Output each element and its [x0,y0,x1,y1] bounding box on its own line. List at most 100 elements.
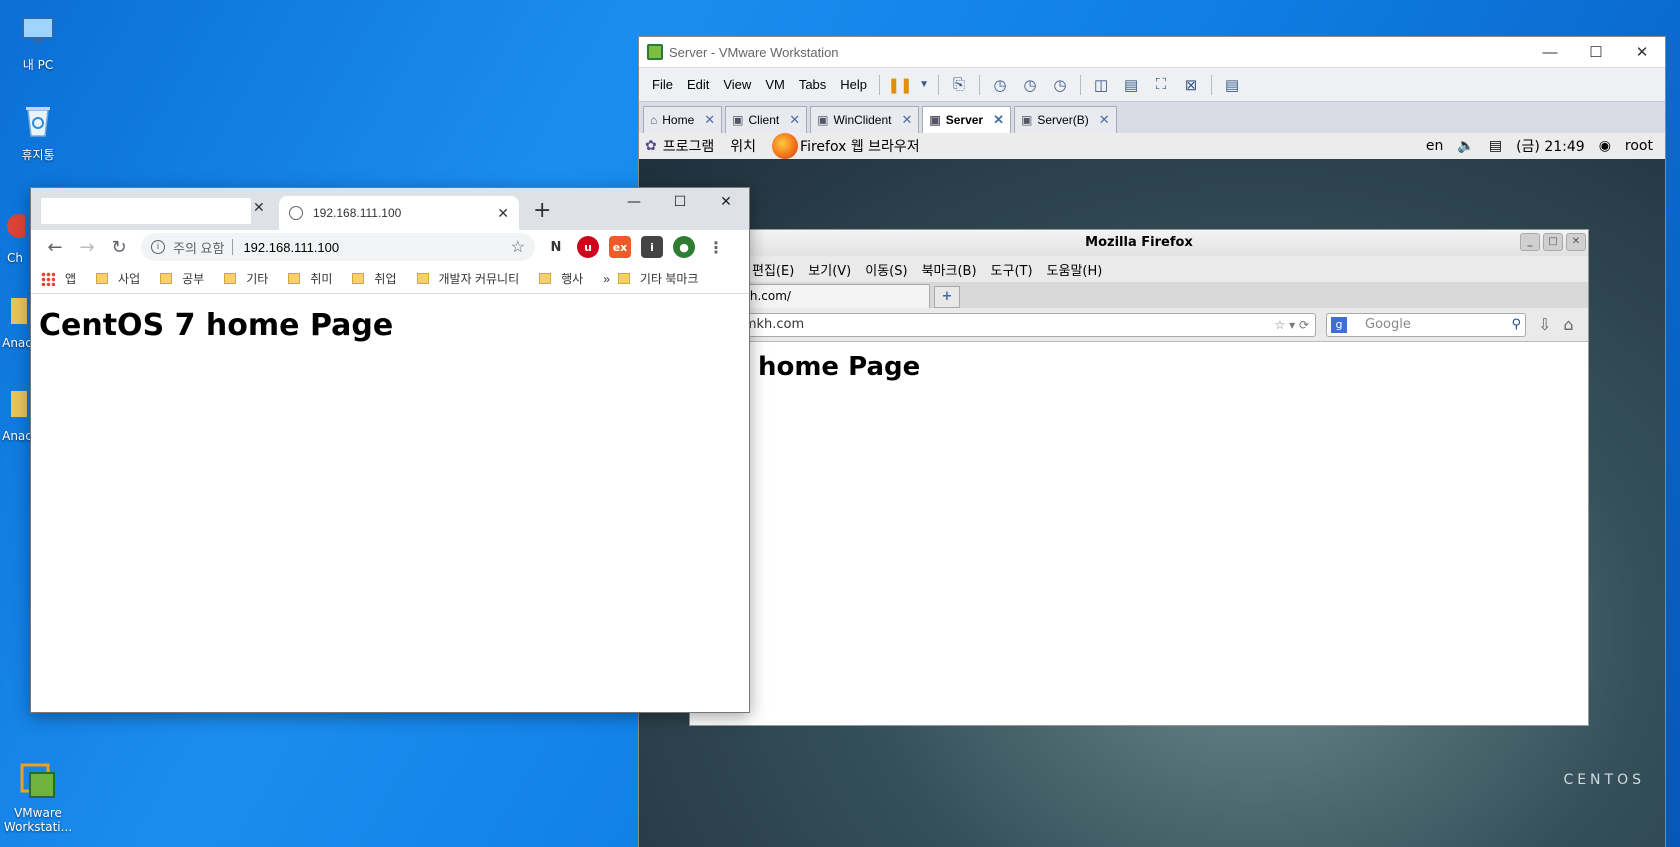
firefox-window: Mozilla Firefox _ □ ✕ 편집(E) 보기(V) 이동(S) … [650,229,1589,726]
snapshot-manager-icon[interactable]: ◷ [1048,74,1072,96]
avatar[interactable]: ● [673,236,695,258]
bookmark-folder[interactable]: 행사 [539,270,583,287]
menu-tabs[interactable]: Tabs [792,77,833,92]
tab-winclident[interactable]: ▣ WinClident ✕ [810,106,920,133]
info-icon[interactable]: i [151,240,165,254]
desktop-icon-recycle-bin[interactable]: 휴지통 [0,100,76,163]
menu-vm[interactable]: VM [758,77,792,92]
download-icon[interactable]: ⇩ [1538,315,1551,334]
user-menu[interactable]: root [1625,138,1653,154]
reload-icon[interactable]: ↻ [103,237,135,258]
send-ctrl-alt-del-icon[interactable]: ⎘ [947,74,971,96]
menu-tools[interactable]: 도구(T) [991,260,1033,279]
close-button[interactable]: ✕ [1566,233,1586,251]
desktop-icon-chrome[interactable]: Ch [0,205,30,265]
minimize-button[interactable]: _ [1520,233,1540,251]
firefox-content: ntOS 7 home Page [650,342,1588,382]
chrome-tab-active[interactable]: 192.168.111.100 ✕ [279,196,519,230]
close-tab-icon[interactable]: ✕ [901,112,912,128]
desktop-icon-anaconda-1[interactable]: Anac [0,290,34,350]
desktop-icon-this-pc[interactable]: 내 PC [0,10,76,73]
security-label[interactable]: 주의 요함 [173,238,224,257]
close-tab-icon[interactable]: ✕ [789,112,800,128]
firefox-title-bar: Mozilla Firefox _ □ ✕ [690,230,1588,256]
console-view-icon[interactable]: ▤ [1119,74,1143,96]
unity-icon[interactable]: ⊠ [1179,74,1203,96]
menu-help[interactable]: 도움말(H) [1047,260,1103,279]
full-screen-icon[interactable]: ⛶ [1149,74,1173,96]
menu-file[interactable]: File [645,77,680,92]
menu-edit[interactable]: 편집(E) [752,260,794,279]
close-tab-icon[interactable]: ✕ [704,112,715,128]
bookmark-star-icon[interactable]: ☆ ▾ ⟳ [1275,318,1309,332]
maximize-button[interactable]: □ [1543,233,1563,251]
vmware-icon [17,760,59,802]
close-tab-icon[interactable]: ✕ [1099,112,1110,128]
bookmark-apps[interactable]: 앱 [41,270,76,287]
close-tab-icon[interactable]: ✕ [497,205,509,222]
firefox-search-bar[interactable]: g Google ⚲ [1326,312,1526,337]
bookmark-folder[interactable]: 취미 [288,270,332,287]
extension-info-icon[interactable]: i [641,236,663,258]
firefox-launcher[interactable]: Firefox 웹 브라우저 [800,136,920,156]
tab-home[interactable]: ⌂ Home ✕ [643,106,723,133]
clock[interactable]: (금) 21:49 [1516,136,1585,156]
snapshot-icon[interactable]: ◷ [988,74,1012,96]
bookmark-other[interactable]: 기타 북마크 [617,270,698,287]
menu-edit[interactable]: Edit [680,77,716,92]
tab-server[interactable]: ▣ Server ✕ [922,106,1012,133]
guest-screen[interactable]: ✿ 프로그램 위치 Firefox 웹 브라우저 en 🔈 ▤ (금) 21:4… [639,133,1665,847]
minimize-button[interactable]: — [611,188,657,216]
revert-snapshot-icon[interactable]: ◷ [1018,74,1042,96]
close-tab-icon[interactable]: ✕ [993,112,1004,128]
bookmark-label: 공부 [182,272,205,286]
maximize-button[interactable]: ☐ [657,188,703,216]
bookmark-folder[interactable]: 공부 [160,270,204,287]
forward-icon[interactable]: → [71,237,103,258]
bookmark-star-icon[interactable]: ☆ [511,237,525,257]
bookmarks-overflow-button[interactable]: » [603,272,610,286]
close-tab-icon[interactable]: ✕ [253,200,265,216]
desktop-icon-anaconda-2[interactable]: Anac [0,383,34,443]
pause-icon[interactable]: ❚❚ [887,74,912,96]
bookmark-label: 사업 [118,272,141,286]
firefox-url-bar[interactable]: www.mkh.com ☆ ▾ ⟳ [696,312,1316,337]
extension-naver-icon[interactable]: N [545,236,567,258]
search-icon[interactable]: ⚲ [1511,317,1521,332]
chrome-tab-blank[interactable] [41,198,251,224]
bookmark-folder[interactable]: 개발자 커뮤니티 [416,270,519,287]
menu-history[interactable]: 이동(S) [865,260,907,279]
tab-title: 192.168.111.100 [313,206,402,220]
bookmark-folder[interactable]: 사업 [96,270,140,287]
close-button[interactable]: ✕ [1619,37,1665,67]
applications-menu[interactable]: 프로그램 [663,136,715,156]
chevron-down-icon[interactable]: ▼ [918,74,930,96]
maximize-button[interactable]: ☐ [1573,37,1619,67]
extension-red-icon[interactable]: u [577,236,599,258]
new-tab-button[interactable]: + [533,198,551,223]
bookmark-folder[interactable]: 기타 [224,270,268,287]
desktop-icon-vmware[interactable]: VMware Workstati... [0,760,76,834]
folder-icon [617,273,630,284]
extension-orange-icon[interactable]: ex [609,236,631,258]
tab-client[interactable]: ▣ Client ✕ [725,106,808,133]
menu-view[interactable]: View [716,77,758,92]
omnibox[interactable]: i 주의 요함 192.168.111.100 ☆ [141,233,535,261]
close-button[interactable]: ✕ [703,188,749,216]
places-menu[interactable]: 위치 [730,136,756,156]
menu-help[interactable]: Help [833,77,874,92]
volume-icon[interactable]: 🔈 [1457,138,1474,154]
network-icon[interactable]: ▤ [1489,138,1502,154]
library-view-icon[interactable]: ◫ [1089,74,1113,96]
tab-server-b[interactable]: ▣ Server(B) ✕ [1014,106,1117,133]
minimize-button[interactable]: — [1527,37,1573,67]
back-icon[interactable]: ← [39,237,71,258]
bookmark-folder[interactable]: 취업 [352,270,397,287]
home-icon[interactable]: ⌂ [1563,315,1573,334]
new-tab-button[interactable]: + [934,286,960,308]
kebab-menu-icon[interactable]: ⋮ [705,236,727,258]
menu-bookmarks[interactable]: 북마크(B) [922,260,977,279]
menu-view[interactable]: 보기(V) [808,260,851,279]
language-indicator[interactable]: en [1426,138,1444,154]
view-options-icon[interactable]: ▤ [1220,74,1244,96]
